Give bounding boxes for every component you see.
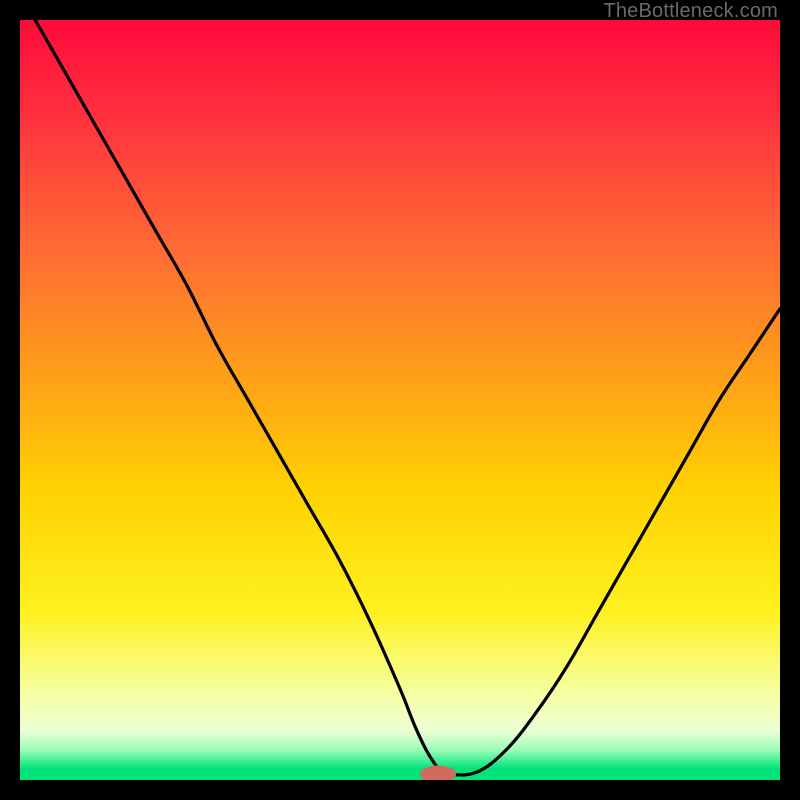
chart-svg — [20, 20, 780, 780]
gradient-rect — [20, 20, 780, 780]
chart-frame: TheBottleneck.com — [0, 0, 800, 800]
plot-area — [20, 20, 780, 780]
